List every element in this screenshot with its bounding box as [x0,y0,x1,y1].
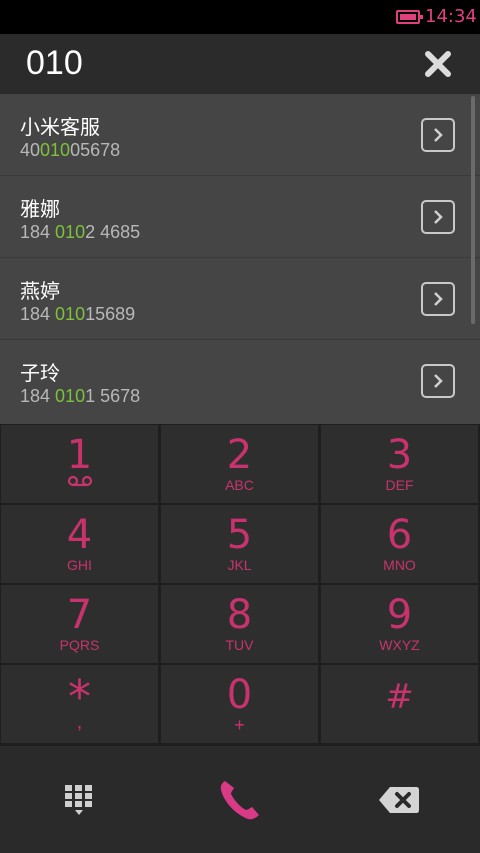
key-letters: + [234,715,245,735]
phone-suffix: 2 4685 [85,222,141,242]
key-7[interactable]: 7 PQRS [1,585,158,663]
status-time: 14:34 [425,6,477,27]
contact-name: 子玲 [20,361,60,385]
dialed-number-bar: 010 [0,34,480,94]
phone-prefix: 184 [20,304,56,324]
backspace-icon [379,787,419,813]
key-5[interactable]: 5 JKL [161,505,318,583]
key-8[interactable]: 8 TUV [161,585,318,663]
key-digit: 7 [66,592,93,638]
key-digit: 4 [66,512,93,558]
status-bar: 14:34 [0,0,480,34]
list-item[interactable]: 燕婷 184 01015689 [0,258,480,340]
list-scrollbar[interactable] [471,96,475,324]
key-9[interactable]: 9 WXYZ [321,585,478,663]
key-letters: MNO [383,557,416,573]
contact-name: 燕婷 [20,279,60,303]
key-1[interactable]: 1 [1,425,158,503]
key-4[interactable]: 4 GHI [1,505,158,583]
backspace-button[interactable] [374,772,424,828]
phone-match: 010 [55,222,86,242]
contact-phone: 184 0102 4685 [20,222,140,243]
contact-phone: 184 01015689 [20,304,135,325]
key-letters: PQRS [59,637,100,653]
contact-name: 雅娜 [20,197,60,221]
key-letters: TUV [225,637,254,653]
contact-suggestion-list[interactable]: 小米客服 4001005678 雅娜 184 0102 4685 燕婷 184 … [0,94,480,424]
phone-prefix: 184 [20,222,56,242]
phone-match: 010 [40,140,71,160]
key-letters: JKL [227,557,252,573]
contact-detail-button[interactable] [421,200,455,234]
list-item[interactable]: 雅娜 184 0102 4685 [0,176,480,258]
clear-number-button[interactable] [420,46,456,82]
key-digit: # [385,677,414,717]
phone-suffix: 05678 [70,140,121,160]
key-letters: DEF [385,477,414,493]
key-digit: 5 [226,512,253,558]
key-digit: 6 [386,512,413,558]
key-star[interactable]: * , [1,665,158,743]
key-2[interactable]: 2 ABC [161,425,318,503]
phone-suffix: 1 5678 [85,386,141,406]
contact-phone: 184 0101 5678 [20,386,140,407]
keypad-toggle-button[interactable] [50,772,108,828]
key-letters: ABC [225,477,254,493]
key-letters: WXYZ [379,637,420,653]
phone-match: 010 [55,304,86,324]
key-digit: 2 [226,432,253,478]
contact-detail-button[interactable] [421,282,455,316]
key-3[interactable]: 3 DEF [321,425,478,503]
contact-name: 小米客服 [20,115,100,139]
key-digit: 3 [386,432,413,478]
chevron-right-icon [434,374,443,388]
chevron-right-icon [434,292,443,306]
call-button[interactable] [210,772,270,828]
key-letters: , [76,711,83,733]
contact-detail-button[interactable] [421,118,455,152]
phone-prefix: 184 [20,386,56,406]
phone-suffix: 15689 [85,304,136,324]
key-digit: 8 [226,592,253,638]
close-icon [425,51,451,77]
key-0[interactable]: 0 + [161,665,318,743]
voicemail-icon [67,475,92,487]
key-letters: GHI [67,557,92,573]
chevron-right-icon [434,210,443,224]
dialed-number: 010 [26,44,83,82]
list-item[interactable]: 小米客服 4001005678 [0,94,480,176]
key-pound[interactable]: # [321,665,478,743]
key-6[interactable]: 6 MNO [321,505,478,583]
phone-prefix: 40 [20,140,41,160]
chevron-right-icon [434,128,443,142]
list-item[interactable]: 子玲 184 0101 5678 [0,340,480,424]
dial-keypad: 1 2 ABC 3 DEF 4 GHI 5 JKL 6 MNO 7 PQRS 8… [0,424,480,746]
bottom-action-bar [0,746,480,853]
contact-detail-button[interactable] [421,364,455,398]
contact-phone: 4001005678 [20,140,120,161]
phone-match: 010 [55,386,86,406]
key-digit: 0 [226,672,253,718]
phone-icon [220,781,259,820]
battery-icon [396,10,423,24]
key-digit: 1 [66,432,93,478]
key-digit: 9 [386,592,413,638]
keypad-icon [65,785,92,815]
